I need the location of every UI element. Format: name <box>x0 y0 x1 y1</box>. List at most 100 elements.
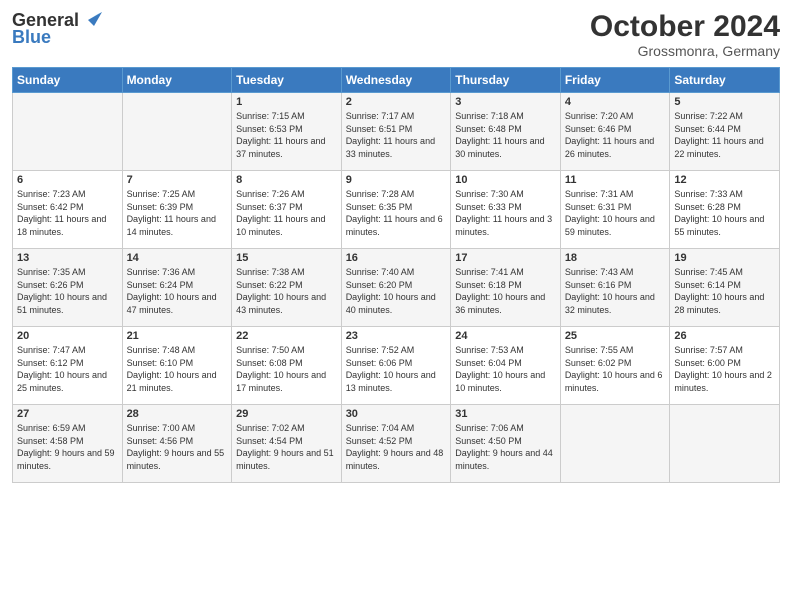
day-number: 4 <box>565 96 666 108</box>
calendar-cell: 24Sunrise: 7:53 AMSunset: 6:04 PMDayligh… <box>451 327 561 405</box>
day-info: Sunrise: 7:38 AMSunset: 6:22 PMDaylight:… <box>236 266 337 316</box>
day-number: 12 <box>674 174 775 186</box>
weekday-header: Thursday <box>451 68 561 93</box>
calendar-cell: 7 Sunrise: 7:25 AMSunset: 6:39 PMDaylight… <box>122 171 232 249</box>
day-info: Sunrise: 7:28 AMSunset: 6:35 PMDaylight:… <box>346 188 447 238</box>
day-info: Sunrise: 6:59 AMSunset: 4:58 PMDaylight:… <box>17 422 118 472</box>
calendar-cell: 25 Sunrise: 7:55 AMSunset: 6:02 PMDayligh… <box>560 327 670 405</box>
day-info: Sunrise: 7:15 AMSunset: 6:53 PMDaylight:… <box>236 110 337 160</box>
day-number: 25 <box>565 330 666 342</box>
calendar-cell: 8 Sunrise: 7:26 AMSunset: 6:37 PMDaylight… <box>232 171 342 249</box>
day-info: Sunrise: 7:23 AMSunset: 6:42 PMDaylight:… <box>17 188 118 238</box>
logo-bird-icon <box>80 8 102 30</box>
day-number: 5 <box>674 96 775 108</box>
calendar-cell: 14 Sunrise: 7:36 AMSunset: 6:24 PMDayligh… <box>122 249 232 327</box>
day-info: Sunrise: 7:43 AMSunset: 6:16 PMDaylight:… <box>565 266 666 316</box>
day-number: 19 <box>674 252 775 264</box>
day-number: 14 <box>127 252 228 264</box>
day-info: Sunrise: 7:18 AMSunset: 6:48 PMDaylight:… <box>455 110 556 160</box>
title-block: October 2024 Grossmonra, Germany <box>590 10 780 59</box>
day-number: 30 <box>346 408 447 420</box>
calendar-week-row: 20Sunrise: 7:47 AMSunset: 6:12 PMDayligh… <box>13 327 780 405</box>
weekday-header: Monday <box>122 68 232 93</box>
calendar-week-row: 27 Sunrise: 6:59 AMSunset: 4:58 PMDayligh… <box>13 405 780 483</box>
calendar-cell <box>670 405 780 483</box>
calendar-cell: 3 Sunrise: 7:18 AMSunset: 6:48 PMDaylight… <box>451 93 561 171</box>
calendar-cell: 6 Sunrise: 7:23 AMSunset: 6:42 PMDaylight… <box>13 171 123 249</box>
header: General Blue October 2024 Grossmonra, Ge… <box>12 10 780 59</box>
day-number: 28 <box>127 408 228 420</box>
day-number: 16 <box>346 252 447 264</box>
calendar-week-row: 1 Sunrise: 7:15 AMSunset: 6:53 PMDaylight… <box>13 93 780 171</box>
day-info: Sunrise: 7:48 AMSunset: 6:10 PMDaylight:… <box>127 344 228 394</box>
day-info: Sunrise: 7:40 AMSunset: 6:20 PMDaylight:… <box>346 266 447 316</box>
calendar-cell: 13Sunrise: 7:35 AMSunset: 6:26 PMDayligh… <box>13 249 123 327</box>
calendar-cell: 19 Sunrise: 7:45 AMSunset: 6:14 PMDayligh… <box>670 249 780 327</box>
day-number: 1 <box>236 96 337 108</box>
calendar-cell: 27 Sunrise: 6:59 AMSunset: 4:58 PMDayligh… <box>13 405 123 483</box>
calendar-header-row: SundayMondayTuesdayWednesdayThursdayFrid… <box>13 68 780 93</box>
day-info: Sunrise: 7:06 AMSunset: 4:50 PMDaylight:… <box>455 422 556 472</box>
calendar-week-row: 6 Sunrise: 7:23 AMSunset: 6:42 PMDaylight… <box>13 171 780 249</box>
calendar-cell <box>13 93 123 171</box>
day-info: Sunrise: 7:55 AMSunset: 6:02 PMDaylight:… <box>565 344 666 394</box>
day-number: 2 <box>346 96 447 108</box>
calendar-cell: 26 Sunrise: 7:57 AMSunset: 6:00 PMDayligh… <box>670 327 780 405</box>
calendar-cell: 4 Sunrise: 7:20 AMSunset: 6:46 PMDaylight… <box>560 93 670 171</box>
day-number: 18 <box>565 252 666 264</box>
calendar-cell: 12Sunrise: 7:33 AMSunset: 6:28 PMDayligh… <box>670 171 780 249</box>
day-info: Sunrise: 7:41 AMSunset: 6:18 PMDaylight:… <box>455 266 556 316</box>
day-info: Sunrise: 7:52 AMSunset: 6:06 PMDaylight:… <box>346 344 447 394</box>
calendar-cell: 20Sunrise: 7:47 AMSunset: 6:12 PMDayligh… <box>13 327 123 405</box>
day-info: Sunrise: 7:50 AMSunset: 6:08 PMDaylight:… <box>236 344 337 394</box>
calendar-cell: 22 Sunrise: 7:50 AMSunset: 6:08 PMDayligh… <box>232 327 342 405</box>
weekday-header: Saturday <box>670 68 780 93</box>
calendar-cell: 9 Sunrise: 7:28 AMSunset: 6:35 PMDaylight… <box>341 171 451 249</box>
calendar-cell: 28Sunrise: 7:00 AMSunset: 4:56 PMDayligh… <box>122 405 232 483</box>
month-title: October 2024 <box>590 10 780 43</box>
weekday-header: Sunday <box>13 68 123 93</box>
day-number: 22 <box>236 330 337 342</box>
day-number: 6 <box>17 174 118 186</box>
day-number: 3 <box>455 96 556 108</box>
day-info: Sunrise: 7:47 AMSunset: 6:12 PMDaylight:… <box>17 344 118 394</box>
day-number: 21 <box>127 330 228 342</box>
day-info: Sunrise: 7:17 AMSunset: 6:51 PMDaylight:… <box>346 110 447 160</box>
day-info: Sunrise: 7:31 AMSunset: 6:31 PMDaylight:… <box>565 188 666 238</box>
weekday-header: Friday <box>560 68 670 93</box>
day-number: 27 <box>17 408 118 420</box>
calendar-cell <box>122 93 232 171</box>
calendar-cell: 18 Sunrise: 7:43 AMSunset: 6:16 PMDayligh… <box>560 249 670 327</box>
day-number: 7 <box>127 174 228 186</box>
page-container: General Blue October 2024 Grossmonra, Ge… <box>0 0 792 491</box>
day-number: 31 <box>455 408 556 420</box>
calendar-cell: 23 Sunrise: 7:52 AMSunset: 6:06 PMDayligh… <box>341 327 451 405</box>
logo: General Blue <box>12 10 102 48</box>
day-info: Sunrise: 7:25 AMSunset: 6:39 PMDaylight:… <box>127 188 228 238</box>
day-info: Sunrise: 7:20 AMSunset: 6:46 PMDaylight:… <box>565 110 666 160</box>
location: Grossmonra, Germany <box>590 43 780 59</box>
calendar-cell: 31 Sunrise: 7:06 AMSunset: 4:50 PMDayligh… <box>451 405 561 483</box>
day-info: Sunrise: 7:04 AMSunset: 4:52 PMDaylight:… <box>346 422 447 472</box>
day-number: 26 <box>674 330 775 342</box>
calendar-cell: 30 Sunrise: 7:04 AMSunset: 4:52 PMDayligh… <box>341 405 451 483</box>
day-info: Sunrise: 7:26 AMSunset: 6:37 PMDaylight:… <box>236 188 337 238</box>
day-number: 10 <box>455 174 556 186</box>
day-info: Sunrise: 7:02 AMSunset: 4:54 PMDaylight:… <box>236 422 337 472</box>
day-info: Sunrise: 7:36 AMSunset: 6:24 PMDaylight:… <box>127 266 228 316</box>
day-number: 15 <box>236 252 337 264</box>
calendar-cell: 10Sunrise: 7:30 AMSunset: 6:33 PMDayligh… <box>451 171 561 249</box>
calendar-cell: 11Sunrise: 7:31 AMSunset: 6:31 PMDayligh… <box>560 171 670 249</box>
day-info: Sunrise: 7:45 AMSunset: 6:14 PMDaylight:… <box>674 266 775 316</box>
calendar-cell: 15 Sunrise: 7:38 AMSunset: 6:22 PMDayligh… <box>232 249 342 327</box>
day-number: 29 <box>236 408 337 420</box>
calendar-cell: 5Sunrise: 7:22 AMSunset: 6:44 PMDaylight… <box>670 93 780 171</box>
calendar-table: SundayMondayTuesdayWednesdayThursdayFrid… <box>12 67 780 483</box>
day-number: 9 <box>346 174 447 186</box>
calendar-cell: 17Sunrise: 7:41 AMSunset: 6:18 PMDayligh… <box>451 249 561 327</box>
day-info: Sunrise: 7:57 AMSunset: 6:00 PMDaylight:… <box>674 344 775 394</box>
day-number: 8 <box>236 174 337 186</box>
weekday-header: Wednesday <box>341 68 451 93</box>
calendar-cell: 29 Sunrise: 7:02 AMSunset: 4:54 PMDayligh… <box>232 405 342 483</box>
day-number: 23 <box>346 330 447 342</box>
